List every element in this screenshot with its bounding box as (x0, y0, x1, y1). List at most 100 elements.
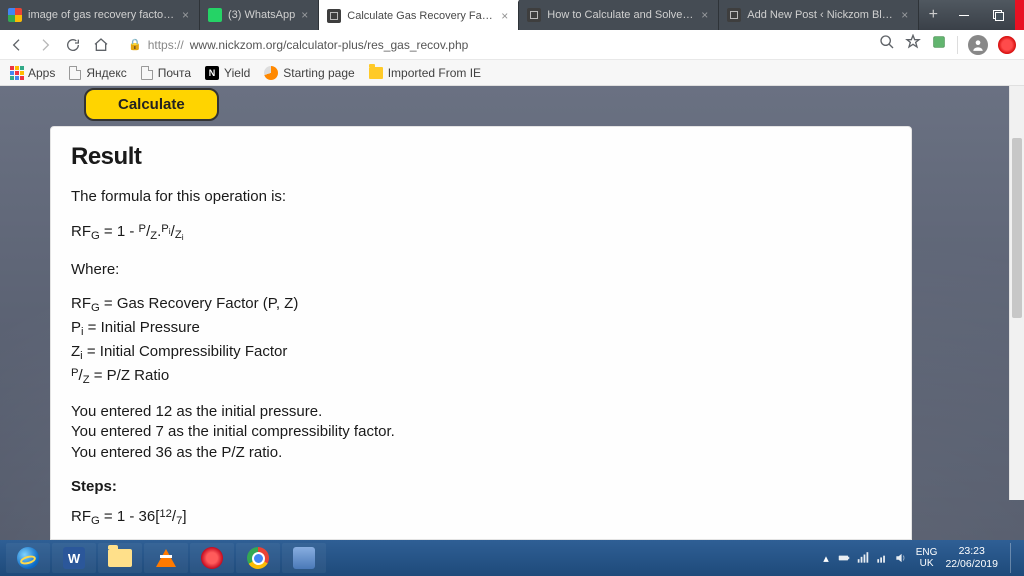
tab-4[interactable]: How to Calculate and Solve for t × (519, 0, 719, 30)
page-viewport: Calculate Result The formula for this op… (0, 86, 1024, 540)
calculate-button[interactable]: Calculate (84, 88, 219, 121)
zoom-icon[interactable] (879, 34, 895, 55)
tab-label: image of gas recovery factor - G (28, 9, 176, 21)
restore-button[interactable] (981, 0, 1015, 30)
browser-tabstrip: image of gas recovery factor - G × (3) Wh… (0, 0, 947, 30)
clock-date: 22/06/2019 (945, 558, 998, 571)
chrome-icon (247, 547, 269, 569)
close-icon[interactable]: × (301, 8, 308, 22)
taskbar-ie[interactable] (6, 543, 50, 573)
bookmark-label: Starting page (283, 66, 354, 80)
folder-icon (108, 549, 132, 567)
battery-icon[interactable] (837, 551, 851, 565)
taskbar: W ▴ ENGUK 23:2322/06/2019 (0, 540, 1024, 576)
opera-icon (201, 547, 223, 569)
taskbar-chrome[interactable] (236, 543, 280, 573)
separator (957, 36, 958, 54)
tab-2[interactable]: (3) WhatsApp × (200, 0, 319, 30)
bookmark-star-icon[interactable] (905, 34, 921, 55)
tray-icons (837, 551, 908, 565)
entered-line: You entered 12 as the initial pressure. (71, 402, 891, 422)
bookmark-starting-page[interactable]: Starting page (264, 66, 354, 80)
apps-button[interactable]: Apps (10, 66, 55, 80)
profile-avatar[interactable] (968, 35, 988, 55)
vlc-icon (156, 549, 176, 567)
scrollbar-thumb[interactable] (1012, 138, 1022, 318)
bookmark-yield[interactable]: N Yield (205, 66, 250, 80)
taskbar-opera[interactable] (190, 543, 234, 573)
entered-line: You entered 7 as the initial compressibi… (71, 422, 891, 442)
close-icon[interactable]: × (901, 8, 908, 22)
def-text: Gas Recovery Factor (P, Z) (117, 295, 298, 312)
address-bar-right (879, 34, 1016, 55)
taskbar-app[interactable] (282, 543, 326, 573)
close-window-button[interactable]: × (1015, 0, 1024, 30)
language-indicator[interactable]: ENGUK (916, 547, 938, 569)
site-icon: N (205, 66, 219, 80)
tab-3[interactable]: Calculate Gas Recovery Factor (P × (319, 0, 519, 30)
home-button[interactable] (92, 36, 110, 54)
window-titlebar: image of gas recovery factor - G × (3) Wh… (0, 0, 1024, 30)
address-bar: 🔒 https://www.nickzom.org/calculator-plu… (0, 30, 1024, 60)
back-button[interactable] (8, 36, 26, 54)
def-pz: P/Z = P/Z Ratio (71, 366, 891, 388)
new-tab-button[interactable]: + (919, 0, 947, 30)
google-icon (8, 8, 22, 22)
system-tray: ▴ ENGUK 23:2322/06/2019 (823, 543, 1018, 573)
folder-icon (369, 67, 383, 79)
lang-secondary: UK (916, 558, 938, 569)
opera-icon[interactable] (998, 36, 1016, 54)
extension-icon[interactable] (931, 34, 947, 55)
close-icon[interactable]: × (182, 8, 189, 22)
site-icon (264, 66, 278, 80)
show-desktop-button[interactable] (1010, 543, 1018, 573)
url-scheme: https:// (148, 38, 184, 52)
wifi-icon[interactable] (875, 551, 889, 565)
network-icon[interactable] (856, 551, 870, 565)
bookmark-label: Почта (158, 66, 191, 80)
step-line: RFG = 1 - 36[12/7] (71, 507, 891, 529)
app-icon (293, 547, 315, 569)
result-box: Result The formula for this operation is… (50, 126, 912, 540)
tab-label: (3) WhatsApp (228, 9, 295, 21)
clock-time: 23:23 (945, 545, 998, 558)
tab-label: How to Calculate and Solve for t (547, 9, 695, 21)
lock-icon: 🔒 (128, 38, 142, 51)
volume-icon[interactable] (894, 551, 908, 565)
clock[interactable]: 23:2322/06/2019 (945, 545, 1002, 570)
tray-chevron-icon[interactable]: ▴ (823, 552, 829, 565)
scrollbar[interactable] (1009, 86, 1024, 500)
site-icon (527, 8, 541, 22)
forward-button[interactable] (36, 36, 54, 54)
reload-button[interactable] (64, 36, 82, 54)
taskbar-vlc[interactable] (144, 543, 188, 573)
bookmark-pochta[interactable]: Почта (141, 66, 191, 80)
minimize-button[interactable] (947, 0, 981, 30)
site-icon (327, 9, 341, 23)
whatsapp-icon (208, 8, 222, 22)
internet-explorer-icon (17, 547, 39, 569)
result-heading: Result (71, 141, 891, 173)
taskbar-word[interactable]: W (52, 543, 96, 573)
entered-line: You entered 36 as the P/Z ratio. (71, 443, 891, 463)
bookmark-label: Yield (224, 66, 250, 80)
bookmark-label: Яндекс (86, 66, 126, 80)
page-icon (69, 66, 81, 80)
bookmark-yandex[interactable]: Яндекс (69, 66, 126, 80)
where-label: Where: (71, 260, 891, 280)
close-icon[interactable]: × (701, 8, 708, 22)
tab-1[interactable]: image of gas recovery factor - G × (0, 0, 200, 30)
definitions: RFG = Gas Recovery Factor (P, Z) Pi = In… (71, 294, 891, 388)
bookmarks-bar: Apps Яндекс Почта N Yield Starting page I… (0, 60, 1024, 86)
taskbar-explorer[interactable] (98, 543, 142, 573)
bookmark-imported-ie[interactable]: Imported From IE (369, 66, 481, 80)
def-zi: Zi = Initial Compressibility Factor (71, 342, 891, 364)
tab-label: Calculate Gas Recovery Factor (P (347, 10, 495, 22)
url-field[interactable]: 🔒 https://www.nickzom.org/calculator-plu… (120, 38, 869, 52)
bookmark-label: Imported From IE (388, 66, 481, 80)
window-controls: × (947, 0, 1024, 30)
close-icon[interactable]: × (501, 9, 508, 23)
word-icon: W (63, 547, 85, 569)
tab-5[interactable]: Add New Post ‹ Nickzom Blog –× (719, 0, 919, 30)
site-icon (727, 8, 741, 22)
